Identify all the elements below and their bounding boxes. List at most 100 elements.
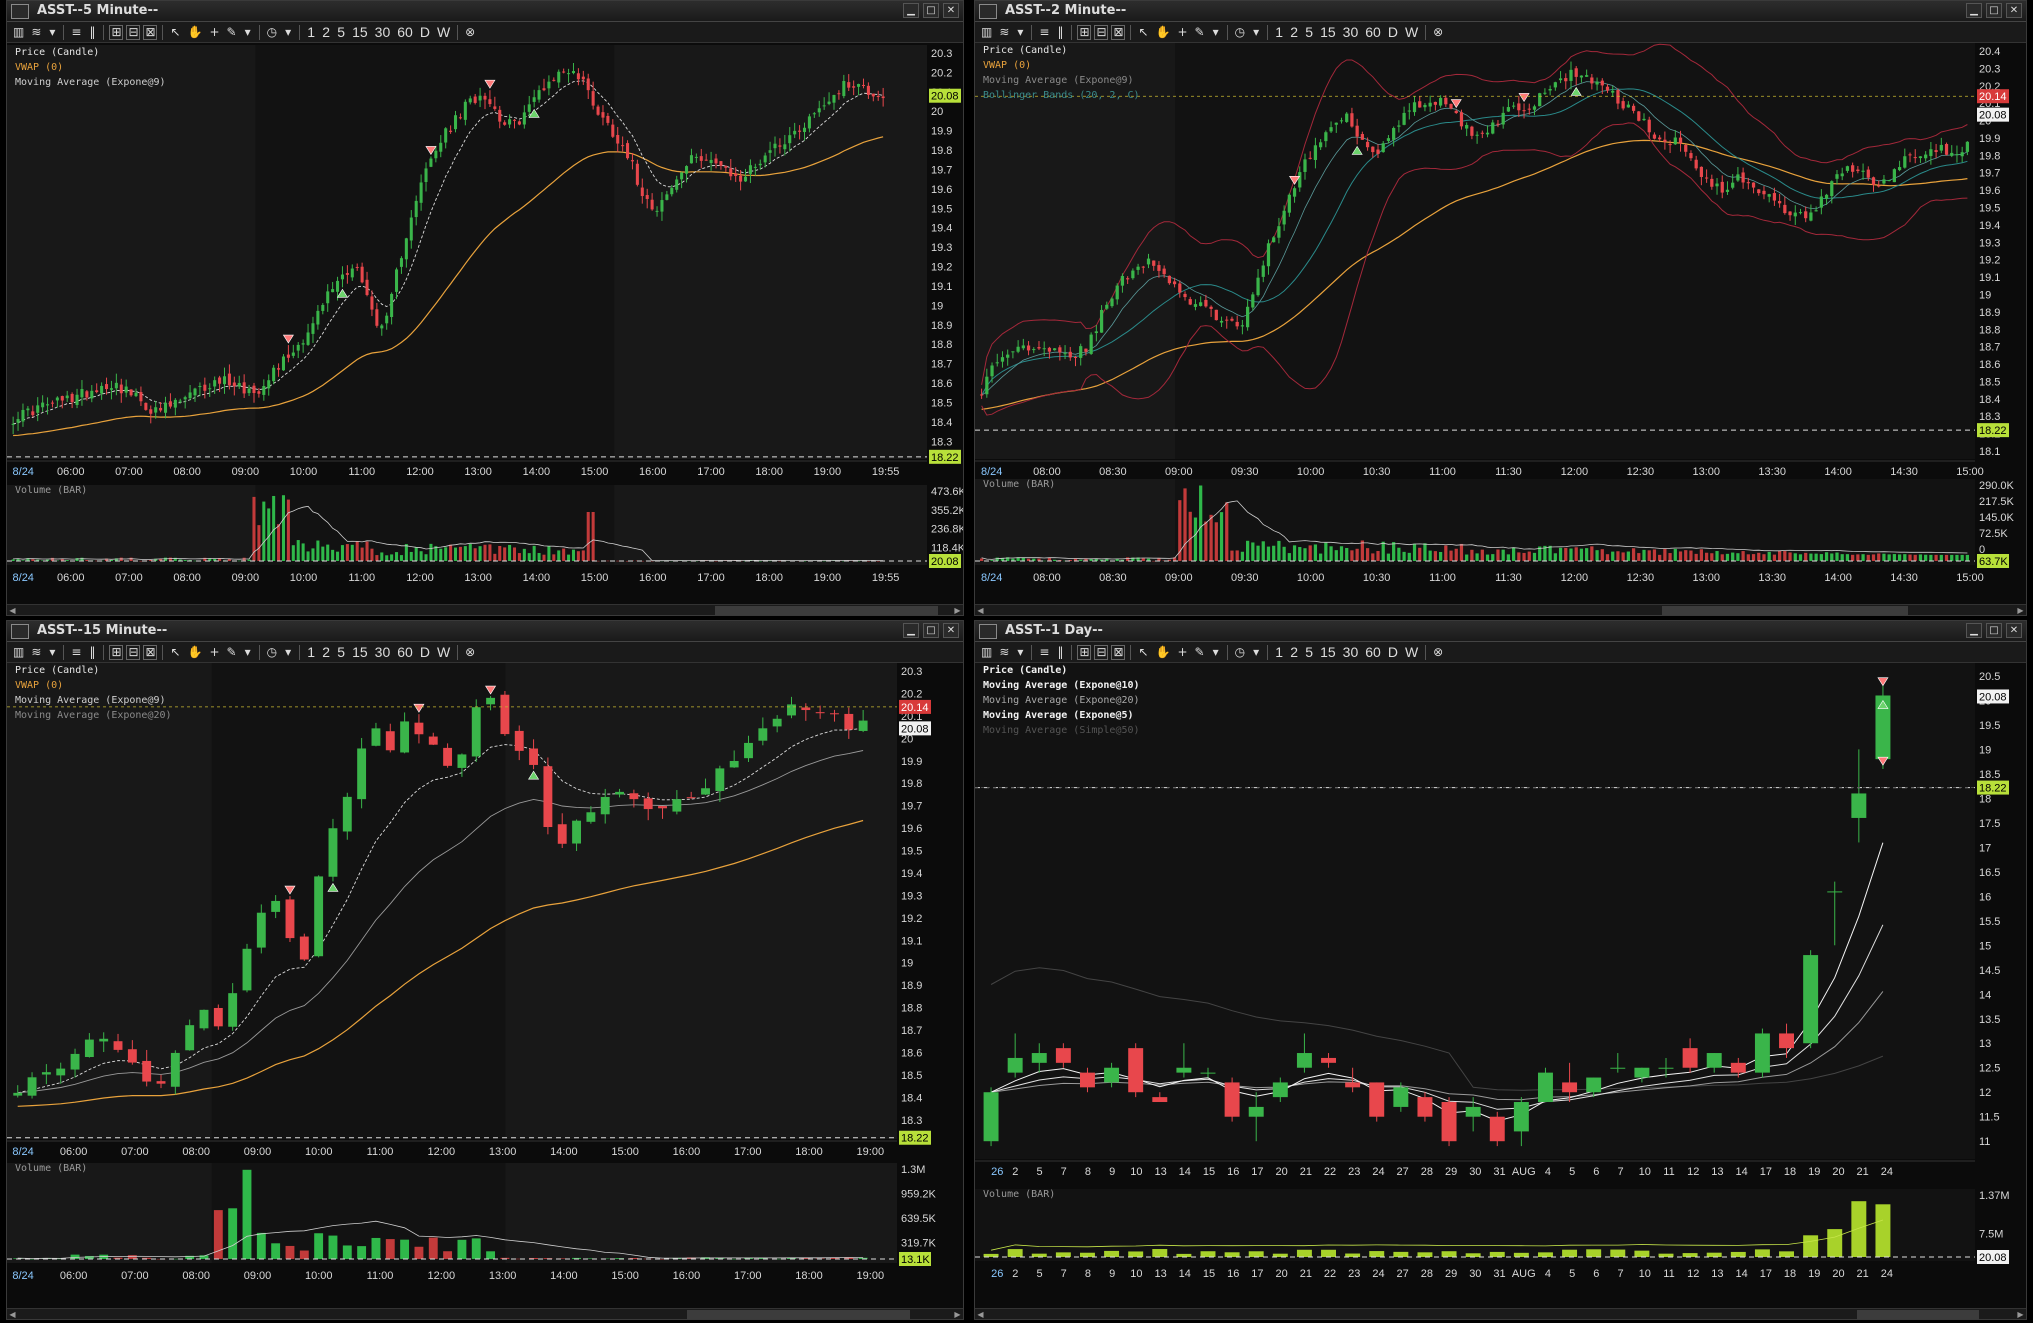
scroll-right-icon[interactable]: ▶ — [2015, 1309, 2026, 1319]
period-button-15[interactable]: 15 — [1318, 644, 1338, 660]
settings-icon[interactable]: ⊗ — [463, 645, 477, 660]
period-button-D[interactable]: D — [418, 24, 432, 40]
close-icon[interactable]: ✕ — [943, 3, 959, 18]
study-icon[interactable]: ≋ — [997, 25, 1011, 40]
layout-icon[interactable]: ⊟ — [126, 644, 141, 660]
settings-icon[interactable]: ⊗ — [463, 25, 477, 40]
clock-icon[interactable]: ◷ — [1233, 645, 1247, 660]
pause-icon[interactable]: ‖ — [86, 645, 98, 660]
period-button-D[interactable]: D — [418, 644, 432, 660]
lines-icon[interactable]: ≡ — [69, 645, 83, 660]
maximize-icon[interactable]: □ — [1986, 623, 2002, 638]
period-button-60[interactable]: 60 — [1363, 644, 1383, 660]
cursor-icon[interactable]: ↖ — [1136, 25, 1150, 40]
hand-icon[interactable]: ✋ — [186, 25, 205, 40]
legend-item[interactable]: Price (Candle) — [15, 663, 172, 678]
period-button-15[interactable]: 15 — [350, 644, 370, 660]
minimize-icon[interactable]: ▁ — [1966, 3, 1982, 18]
grid-icon[interactable]: ⊞ — [109, 24, 124, 40]
clock-icon[interactable]: ◷ — [265, 25, 279, 40]
hand-icon[interactable]: ✋ — [1154, 645, 1173, 660]
period-button-5[interactable]: 5 — [1303, 24, 1315, 40]
period-button-2[interactable]: 2 — [320, 24, 332, 40]
period-button-5[interactable]: 5 — [335, 24, 347, 40]
period-button-1[interactable]: 1 — [305, 644, 317, 660]
pause-icon[interactable]: ‖ — [1054, 645, 1066, 660]
chart-type-icon[interactable]: ▥ — [979, 25, 994, 40]
title-bar[interactable]: ASST--5 Minute-- ▁ □ ✕ — [7, 1, 963, 22]
horizontal-scrollbar[interactable]: ◀ ▶ — [975, 1308, 2026, 1319]
period-button-1[interactable]: 1 — [1273, 24, 1285, 40]
drop-icon[interactable]: ▾ — [46, 25, 58, 40]
chart-pane-p15[interactable]: ASST--15 Minute-- ▁ □ ✕ ▥ ≋ ▾ ≡ ‖ ⊞ ⊟ ⊠ ↖ ✋ + ✎ ▾ ◷ ▾ 1 2 5 15… — [6, 620, 964, 1320]
chart-pane-pd[interactable]: ASST--1 Day-- ▁ □ ✕ ▥ ≋ ▾ ≡ ‖ ⊞ ⊟ ⊠ ↖ ✋ + ✎ ▾ ◷ ▾ 1 2 5 15 30 60… — [974, 620, 2027, 1320]
cursor-icon[interactable]: ↖ — [168, 25, 182, 40]
hand-icon[interactable]: ✋ — [186, 645, 205, 660]
chart-canvas[interactable]: 20.320.220.12019.919.819.719.619.519.419… — [7, 43, 963, 616]
period-button-2[interactable]: 2 — [1288, 24, 1300, 40]
scroll-left-icon[interactable]: ◀ — [7, 1309, 18, 1319]
period-button-30[interactable]: 30 — [373, 24, 393, 40]
chart-pane-p2[interactable]: ASST--2 Minute-- ▁ □ ✕ ▥ ≋ ▾ ≡ ‖ ⊞ ⊟ ⊠ ↖ ✋ + ✎ ▾ ◷ ▾ 1 2 5 15 3… — [974, 0, 2027, 616]
compare-icon[interactable]: ⊠ — [1111, 644, 1126, 660]
title-bar[interactable]: ASST--15 Minute-- ▁ □ ✕ — [7, 621, 963, 642]
scroll-right-icon[interactable]: ▶ — [952, 605, 963, 615]
crosshair-icon[interactable]: + — [207, 25, 221, 40]
close-icon[interactable]: ✕ — [943, 623, 959, 638]
period-button-2[interactable]: 2 — [320, 644, 332, 660]
legend-item[interactable]: Moving Average (Expone@20) — [15, 708, 172, 723]
minimize-icon[interactable]: ▁ — [1966, 623, 1982, 638]
legend-item[interactable]: Price (Candle) — [15, 45, 166, 60]
period-button-5[interactable]: 5 — [335, 644, 347, 660]
study-icon[interactable]: ≋ — [29, 645, 43, 660]
drop-icon[interactable]: ▾ — [1014, 25, 1026, 40]
scroll-left-icon[interactable]: ◀ — [975, 1309, 986, 1319]
horizontal-scrollbar[interactable]: ◀ ▶ — [7, 1308, 963, 1319]
scroll-right-icon[interactable]: ▶ — [952, 1309, 963, 1319]
legend-item[interactable]: Bollinger Bands (20, 2, C) — [983, 88, 1140, 103]
period-button-30[interactable]: 30 — [1341, 24, 1361, 40]
period-button-30[interactable]: 30 — [1341, 644, 1361, 660]
drop-icon[interactable]: ▾ — [46, 645, 58, 660]
chart-pane-p5[interactable]: ASST--5 Minute-- ▁ □ ✕ ▥ ≋ ▾ ≡ ‖ ⊞ ⊟ ⊠ ↖ ✋ + ✎ ▾ ◷ ▾ 1 2 5 15 3… — [6, 0, 964, 616]
maximize-icon[interactable]: □ — [923, 3, 939, 18]
legend-item[interactable]: Moving Average (Expone@9) — [15, 693, 172, 708]
legend-item[interactable]: Moving Average (Expone@9) — [15, 75, 166, 90]
legend-item[interactable]: Moving Average (Expone@9) — [983, 73, 1140, 88]
legend-item[interactable]: Moving Average (Simple@50) — [983, 723, 1140, 738]
period-button-W[interactable]: W — [1403, 644, 1420, 660]
drop-icon[interactable]: ▾ — [282, 645, 294, 660]
scroll-left-icon[interactable]: ◀ — [975, 605, 986, 615]
grid-icon[interactable]: ⊞ — [1077, 644, 1092, 660]
legend-item[interactable]: VWAP (0) — [15, 60, 166, 75]
chart-canvas[interactable]: 20.420.320.220.12019.919.819.719.619.519… — [975, 43, 2026, 616]
crosshair-icon[interactable]: + — [207, 645, 221, 660]
period-button-2[interactable]: 2 — [1288, 644, 1300, 660]
scrollbar-thumb[interactable] — [687, 1310, 910, 1319]
period-button-15[interactable]: 15 — [350, 24, 370, 40]
study-icon[interactable]: ≋ — [29, 25, 43, 40]
title-bar[interactable]: ASST--1 Day-- ▁ □ ✕ — [975, 621, 2026, 642]
settings-icon[interactable]: ⊗ — [1431, 645, 1445, 660]
layout-icon[interactable]: ⊟ — [126, 24, 141, 40]
period-button-1[interactable]: 1 — [1273, 644, 1285, 660]
pause-icon[interactable]: ‖ — [1054, 25, 1066, 40]
horizontal-scrollbar[interactable]: ◀ ▶ — [7, 604, 963, 615]
period-button-60[interactable]: 60 — [395, 644, 415, 660]
drop-icon[interactable]: ▾ — [242, 25, 254, 40]
study-icon[interactable]: ≋ — [997, 645, 1011, 660]
crosshair-icon[interactable]: + — [1175, 645, 1189, 660]
legend-item[interactable]: Moving Average (Expone@5) — [983, 708, 1140, 723]
pencil-icon[interactable]: ✎ — [225, 25, 239, 40]
drop-icon[interactable]: ▾ — [1210, 25, 1222, 40]
lines-icon[interactable]: ≡ — [1037, 645, 1051, 660]
lines-icon[interactable]: ≡ — [1037, 25, 1051, 40]
drop-icon[interactable]: ▾ — [242, 645, 254, 660]
crosshair-icon[interactable]: + — [1175, 25, 1189, 40]
drop-icon[interactable]: ▾ — [1014, 645, 1026, 660]
minimize-icon[interactable]: ▁ — [903, 3, 919, 18]
close-icon[interactable]: ✕ — [2006, 623, 2022, 638]
drop-icon[interactable]: ▾ — [1250, 645, 1262, 660]
hand-icon[interactable]: ✋ — [1154, 25, 1173, 40]
compare-icon[interactable]: ⊠ — [143, 644, 158, 660]
